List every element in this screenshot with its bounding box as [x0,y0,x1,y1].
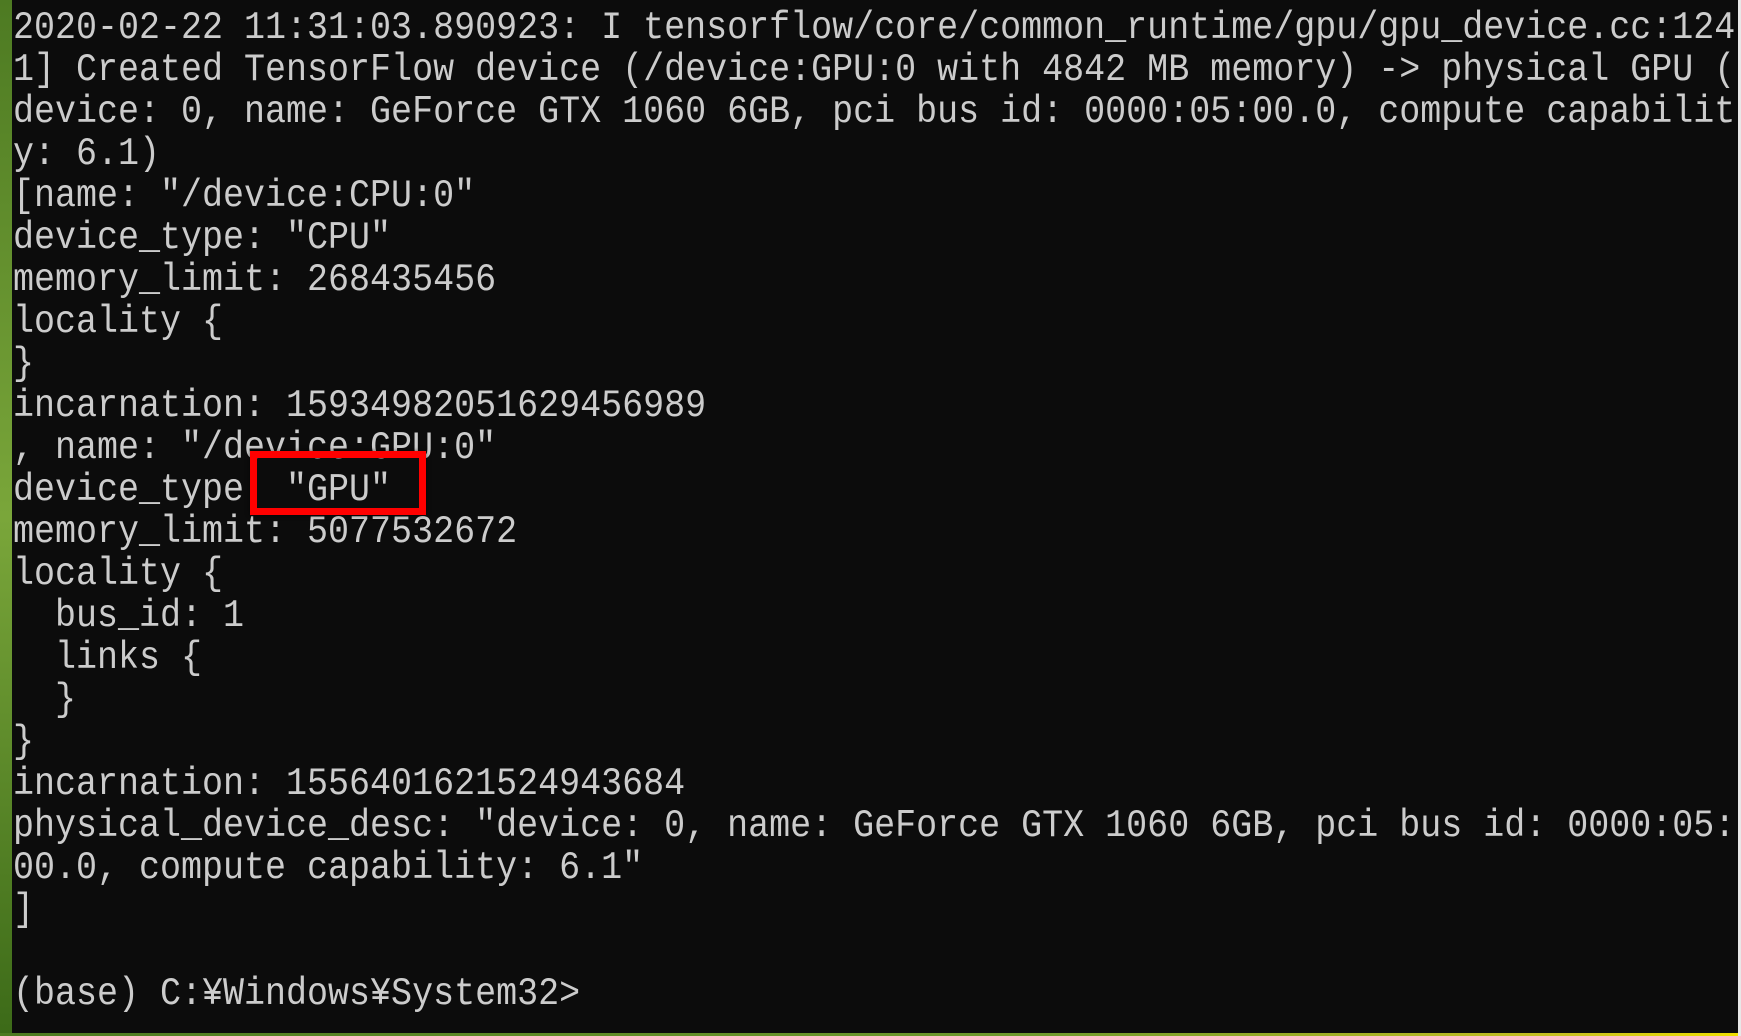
terminal-line: } [13,341,35,387]
terminal-line: incarnation: 1556401621524943684 [13,761,686,807]
terminal-window[interactable]: 2020-02-22 11:31:03.890923: I tensorflow… [12,0,1738,1033]
terminal-line: } [13,719,35,765]
terminal-line: locality { [13,299,224,345]
terminal-line: memory_limit: 268435456 [13,257,497,303]
terminal-line: bus_id: 1 [13,593,245,639]
terminal-line: ] [13,887,35,933]
terminal-line: [name: "/device:CPU:0" [13,173,476,219]
terminal-line: links { [13,635,203,681]
terminal-line: } [13,677,77,723]
terminal-line: y: 6.1) [13,131,161,177]
terminal-line: locality { [13,551,224,597]
terminal-line: incarnation: 15934982051629456989 [13,383,707,429]
terminal-line: device: 0, name: GeForce GTX 1060 6GB, p… [13,89,1736,135]
command-prompt[interactable]: (base) C:¥Windows¥System32> [13,970,580,1017]
red-highlight-box [250,451,426,515]
terminal-line: 1] Created TensorFlow device (/device:GP… [13,47,1736,93]
terminal-line: physical_device_desc: "device: 0, name: … [13,803,1736,849]
terminal-line: memory_limit: 5077532672 [13,509,518,555]
terminal-line: 2020-02-22 11:31:03.890923: I tensorflow… [13,5,1736,51]
terminal-line: 00.0, compute capability: 6.1" [13,845,644,891]
desktop-background-left [0,0,12,1036]
terminal-line: device_type: "CPU" [13,215,392,261]
